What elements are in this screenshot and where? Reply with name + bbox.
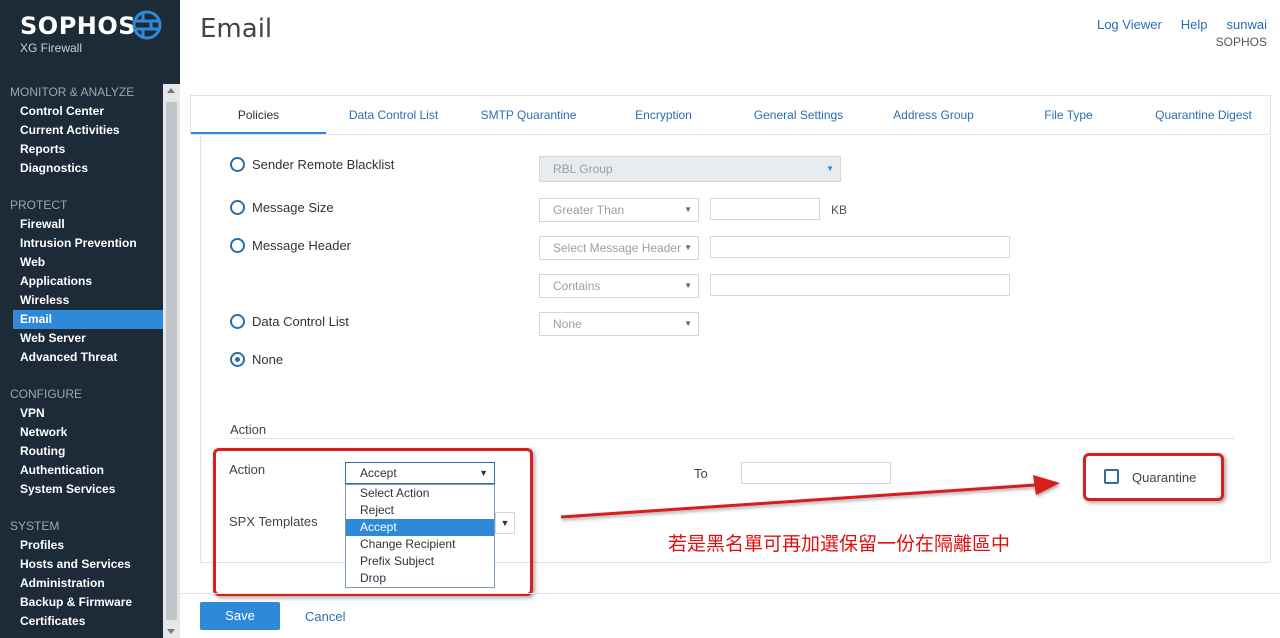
sidebar-item-hosts-and-services[interactable]: Hosts and Services	[0, 555, 163, 574]
brand-product: XG Firewall	[20, 41, 83, 55]
chevron-down-icon: ▼	[826, 164, 834, 173]
label-none: None	[252, 352, 284, 367]
annotation-note: 若是黑名單可再加選保留一份在隔離區中	[668, 533, 1011, 555]
sidebar-item-profiles[interactable]: Profiles	[0, 536, 163, 555]
annotation-frame-quarantine	[1083, 453, 1224, 501]
tab-address-group[interactable]: Address Group	[866, 96, 1001, 134]
label-message-size: Message Size	[252, 200, 334, 215]
brand-name: SOPHOS	[20, 12, 137, 40]
chevron-down-icon: ▼	[684, 243, 692, 252]
header-match-select[interactable]: Contains ▼	[539, 274, 699, 298]
tab-file-type[interactable]: File Type	[1001, 96, 1136, 134]
sidebar-item-administration[interactable]: Administration	[0, 574, 163, 593]
brand: SOPHOS XG Firewall	[20, 10, 170, 60]
size-unit-label: KB	[831, 203, 848, 217]
sidebar: SOPHOS XG Firewall MONITOR & ANALYZE Con…	[0, 0, 180, 638]
nav-section-monitor: MONITOR & ANALYZE	[10, 85, 135, 99]
footer-divider	[180, 593, 1280, 594]
size-operator-value: Greater Than	[553, 203, 625, 217]
sidebar-item-routing[interactable]: Routing	[0, 442, 163, 461]
sidebar-item-backup-firmware[interactable]: Backup & Firmware	[0, 593, 163, 612]
sidebar-item-wireless[interactable]: Wireless	[0, 291, 163, 310]
tab-smtp-quarantine[interactable]: SMTP Quarantine	[461, 96, 596, 134]
sidebar-item-advanced-threat[interactable]: Advanced Threat	[0, 348, 163, 367]
chevron-down-icon: ▼	[684, 205, 692, 214]
org-name: SOPHOS	[1215, 35, 1267, 49]
globe-logo-icon	[132, 10, 162, 40]
annotation-frame-action	[213, 448, 533, 596]
radio-data-control-list[interactable]	[230, 314, 245, 329]
sidebar-item-current-activities[interactable]: Current Activities	[0, 121, 163, 140]
user-menu-link[interactable]: sunwai	[1227, 17, 1267, 32]
label-data-control-list: Data Control List	[252, 314, 349, 329]
scroll-down-icon[interactable]	[167, 629, 175, 634]
cancel-button[interactable]: Cancel	[305, 609, 345, 624]
page-title: Email	[200, 14, 273, 44]
sidebar-item-vpn[interactable]: VPN	[0, 404, 163, 423]
log-viewer-link[interactable]: Log Viewer	[1097, 17, 1162, 32]
tab-general-settings[interactable]: General Settings	[731, 96, 866, 134]
sidebar-item-diagnostics[interactable]: Diagnostics	[0, 159, 163, 178]
nav-section-system: SYSTEM	[10, 519, 60, 533]
message-size-input[interactable]	[710, 198, 820, 220]
nav-section-configure: CONFIGURE	[10, 387, 82, 401]
radio-message-header[interactable]	[230, 238, 245, 253]
sidebar-item-email[interactable]: Email	[13, 310, 163, 329]
header-field-select[interactable]: Select Message Header ▼	[539, 236, 699, 260]
sidebar-item-system-services[interactable]: System Services	[0, 480, 163, 499]
sidebar-item-applications[interactable]: Applications	[0, 272, 163, 291]
sidebar-item-firewall[interactable]: Firewall	[0, 215, 163, 234]
data-control-list-select[interactable]: None ▼	[539, 312, 699, 336]
sidebar-item-control-center[interactable]: Control Center	[0, 102, 163, 121]
scrollbar-thumb[interactable]	[166, 102, 177, 620]
sidebar-item-authentication[interactable]: Authentication	[0, 461, 163, 480]
chevron-down-icon: ▼	[684, 281, 692, 290]
tab-bar: Policies Data Control List SMTP Quaranti…	[190, 95, 1271, 135]
help-link[interactable]: Help	[1181, 17, 1208, 32]
data-control-list-value: None	[553, 317, 582, 331]
label-sender-remote-blacklist: Sender Remote Blacklist	[252, 157, 395, 172]
rbl-group-value: RBL Group	[553, 162, 613, 176]
sidebar-item-reports[interactable]: Reports	[0, 140, 163, 159]
header-field-value: Select Message Header	[553, 241, 682, 255]
tab-encryption[interactable]: Encryption	[596, 96, 731, 134]
header-match-input[interactable]	[710, 274, 1010, 296]
sidebar-item-web-server[interactable]: Web Server	[0, 329, 163, 348]
red-arrow-icon	[560, 475, 1060, 519]
tab-data-control-list[interactable]: Data Control List	[326, 96, 461, 134]
sidebar-item-web[interactable]: Web	[0, 253, 163, 272]
tab-policies[interactable]: Policies	[191, 96, 326, 134]
save-button[interactable]: Save	[200, 602, 280, 630]
size-operator-select[interactable]: Greater Than ▼	[539, 198, 699, 222]
header-match-value: Contains	[553, 279, 601, 293]
sidebar-item-network[interactable]: Network	[0, 423, 163, 442]
rbl-group-select: RBL Group ▼	[539, 156, 841, 182]
radio-sender-remote-blacklist[interactable]	[230, 157, 245, 172]
section-divider	[230, 438, 1234, 439]
radio-message-size[interactable]	[230, 200, 245, 215]
header-value-input[interactable]	[710, 236, 1010, 258]
scroll-up-icon[interactable]	[167, 88, 175, 93]
label-message-header: Message Header	[252, 238, 351, 253]
sidebar-item-certificates[interactable]: Certificates	[0, 612, 163, 631]
sidebar-item-intrusion-prevention[interactable]: Intrusion Prevention	[0, 234, 163, 253]
chevron-down-icon: ▼	[684, 319, 692, 328]
action-section-title: Action	[230, 422, 267, 437]
tab-quarantine-digest[interactable]: Quarantine Digest	[1136, 96, 1271, 134]
radio-none[interactable]	[230, 352, 245, 367]
nav-section-protect: PROTECT	[10, 198, 68, 212]
sidebar-nav: MONITOR & ANALYZE Control Center Current…	[0, 82, 163, 631]
sidebar-scrollbar[interactable]	[163, 84, 180, 638]
top-links: Log Viewer Help sunwai	[1078, 17, 1267, 32]
